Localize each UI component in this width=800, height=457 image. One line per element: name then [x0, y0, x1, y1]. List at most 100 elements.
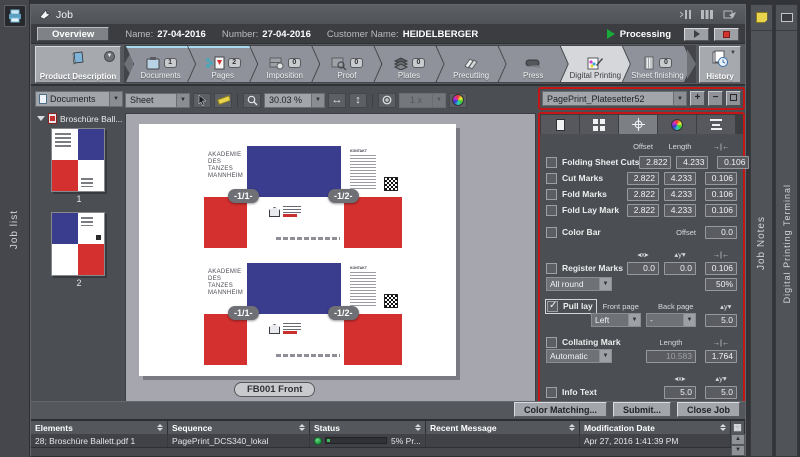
history-menu-icon[interactable]: ▼ [730, 50, 736, 56]
step-documents[interactable]: 1 Documents [126, 46, 195, 82]
info-text-x-field[interactable]: 5.0 [664, 386, 696, 399]
sort-icon[interactable] [716, 424, 726, 431]
offset-field[interactable]: 2.822 [627, 204, 659, 217]
tree-expander-icon[interactable] [37, 116, 45, 121]
collating-mode-dropdown[interactable]: Automatic ▼ [546, 349, 612, 363]
step-precutting[interactable]: Precutting [437, 46, 506, 82]
sidebar-tab-job-list[interactable]: Job list [0, 150, 29, 310]
info-text-checkbox[interactable] [546, 387, 557, 398]
column-sequence[interactable]: Sequence [168, 421, 310, 434]
documents-selector-arrow-icon[interactable]: ▼ [110, 91, 123, 107]
sort-icon[interactable] [153, 424, 163, 431]
select-tool-button[interactable] [193, 93, 211, 108]
fold-marks-checkbox[interactable] [546, 189, 557, 200]
remove-preset-button[interactable]: − [708, 91, 723, 106]
offset-field[interactable]: 2.822 [627, 188, 659, 201]
column-recent-message[interactable]: Recent Message [426, 421, 580, 434]
tab-page[interactable] [541, 115, 579, 134]
folding-sheet-cuts-checkbox[interactable] [546, 157, 557, 168]
register-y-field[interactable]: 0.0 [664, 262, 696, 275]
column-modification-date[interactable]: Modification Date [580, 421, 731, 434]
step-sheet-finishing[interactable]: 0 Sheet finishing [623, 46, 692, 82]
length-field[interactable]: 4.233 [664, 172, 696, 185]
product-description-menu-button[interactable]: ▼ [104, 51, 115, 62]
start-processing-button[interactable] [684, 28, 709, 41]
color-bar-checkbox[interactable] [546, 227, 557, 238]
fit-width-button[interactable]: ↔ [328, 93, 346, 108]
sort-icon[interactable] [295, 424, 305, 431]
pull-lay-y-field[interactable]: 5.0 [705, 314, 737, 327]
fit-height-button[interactable]: ↕ [349, 93, 367, 108]
scroll-down-icon[interactable]: ▼ [731, 445, 745, 456]
cut-marks-checkbox[interactable] [546, 173, 557, 184]
history-card[interactable]: ▼ History [699, 46, 741, 83]
pull-lay-toggle[interactable]: Pull lay [546, 300, 596, 313]
collating-length-field[interactable]: 10.583 [646, 350, 696, 363]
tab-separations[interactable] [697, 115, 735, 134]
register-marks-checkbox[interactable] [546, 263, 557, 274]
step-plates[interactable]: 0 Plates [374, 46, 443, 82]
split-view-icon[interactable] [679, 9, 693, 20]
steps-scroll-right-icon[interactable] [687, 49, 696, 79]
overview-button[interactable]: Overview [37, 27, 109, 41]
sort-icon[interactable] [565, 424, 575, 431]
line-width-field[interactable]: 0.106 [705, 172, 737, 185]
close-job-button[interactable]: Close Job [677, 402, 740, 417]
send-window-icon[interactable] [723, 9, 737, 20]
duplicate-preset-button[interactable] [726, 91, 741, 106]
tab-color[interactable] [658, 115, 696, 134]
pull-lay-back-dropdown[interactable]: - ▼ [646, 313, 696, 327]
zoom-level-dropdown[interactable]: 30.03 % ▼ [264, 93, 325, 108]
length-field[interactable]: 4.233 [664, 188, 696, 201]
line-width-field[interactable]: 0.106 [705, 188, 737, 201]
tile-view-icon[interactable] [701, 9, 715, 20]
zoom-in-button[interactable] [378, 93, 396, 108]
product-description-card[interactable]: ▼ Product Description [35, 46, 121, 83]
submit-button[interactable]: Submit... [613, 402, 671, 417]
register-width-field[interactable]: 0.106 [705, 262, 737, 275]
scroll-up-icon[interactable]: ▲ [731, 434, 745, 445]
document-tree-item[interactable]: Broschüre Ball... [37, 113, 123, 124]
column-elements[interactable]: Elements [31, 421, 168, 434]
register-percent-field[interactable]: 50% [705, 278, 737, 291]
collating-mark-checkbox[interactable] [546, 337, 557, 348]
fold-lay-mark-checkbox[interactable] [546, 205, 557, 216]
step-press[interactable]: Press [499, 46, 568, 82]
color-bar-offset-field[interactable]: 0.0 [705, 226, 737, 239]
column-status[interactable]: Status [310, 421, 426, 434]
line-width-field[interactable]: 0.106 [705, 204, 737, 217]
printer-icon-button[interactable] [4, 5, 26, 27]
stop-processing-button[interactable] [714, 28, 739, 41]
line-width-field[interactable]: 0.106 [717, 156, 749, 169]
zoom-tool-button[interactable] [243, 93, 261, 108]
length-field[interactable]: 4.233 [676, 156, 708, 169]
window-titlebar[interactable]: Job [31, 5, 745, 25]
register-x-field[interactable]: 0.0 [627, 262, 659, 275]
page-thumbnail-1[interactable] [51, 128, 105, 192]
step-digital-printing[interactable]: Digital Printing [561, 46, 630, 82]
preset-dropdown[interactable]: PagePrint_Platesetter52 ▼ [542, 91, 687, 106]
view-mode-dropdown[interactable]: Sheet ▼ [125, 93, 190, 108]
sort-icon[interactable] [411, 424, 421, 431]
tab-marks[interactable] [619, 115, 657, 134]
step-proof[interactable]: 0 Proof [312, 46, 381, 82]
page-thumbnail-2[interactable] [51, 212, 105, 276]
repeat-dropdown[interactable]: 1 x ▼ [399, 93, 446, 108]
job-notes-panel[interactable]: Job Notes [750, 4, 773, 457]
color-management-button[interactable] [449, 93, 467, 108]
offset-field[interactable]: 2.822 [627, 172, 659, 185]
documents-view-selector[interactable]: Documents ▼ [35, 91, 123, 107]
table-config-button[interactable]: ▦ [731, 421, 745, 434]
color-matching-button[interactable]: Color Matching... [514, 402, 607, 417]
table-row[interactable]: 28; Broschüre Ballett.pdf 1 PagePrint_DC… [31, 434, 731, 448]
step-imposition[interactable]: 0 Imposition [250, 46, 319, 82]
step-pages[interactable]: 2 Pages [188, 46, 257, 82]
tab-layout[interactable] [580, 115, 618, 134]
pull-lay-front-dropdown[interactable]: Left ▼ [591, 313, 641, 327]
length-field[interactable]: 4.233 [664, 204, 696, 217]
measure-tool-button[interactable] [214, 93, 232, 108]
offset-field[interactable]: 2.822 [639, 156, 671, 169]
info-text-y-field[interactable]: 5.0 [705, 386, 737, 399]
register-mode-dropdown[interactable]: All round ▼ [546, 277, 612, 291]
collating-width-field[interactable]: 1.764 [705, 350, 737, 363]
